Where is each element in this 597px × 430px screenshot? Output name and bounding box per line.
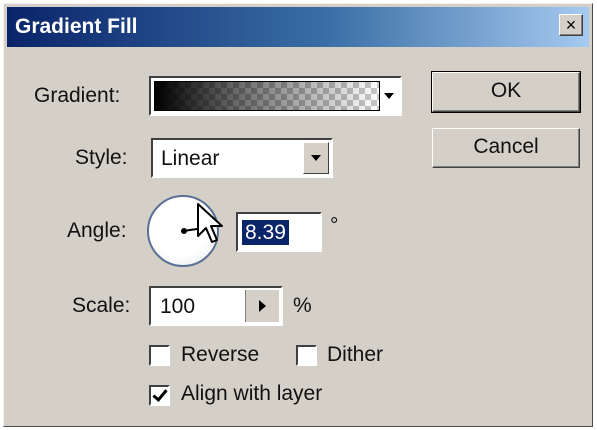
chevron-down-icon <box>311 155 321 161</box>
scale-slider-button[interactable] <box>245 290 279 322</box>
align-with-layer-checkbox[interactable] <box>149 385 170 406</box>
gradient-picker[interactable] <box>149 76 402 116</box>
triangle-right-icon <box>259 300 266 312</box>
angle-center-dot <box>181 228 187 234</box>
gradient-dropdown-button[interactable] <box>381 83 397 109</box>
chevron-down-icon <box>384 93 394 99</box>
style-value: Linear <box>161 147 220 170</box>
percent-unit: % <box>293 294 312 317</box>
gradient-preview[interactable] <box>154 81 380 111</box>
close-button[interactable]: × <box>559 14 583 36</box>
ok-button[interactable]: OK <box>431 71 581 113</box>
angle-label: Angle: <box>67 219 127 242</box>
angle-value: 8.39 <box>242 220 289 245</box>
scale-label: Scale: <box>72 294 131 317</box>
window-title: Gradient Fill <box>15 15 138 38</box>
style-select[interactable]: Linear <box>151 138 333 178</box>
dither-checkbox[interactable] <box>296 345 317 366</box>
reverse-label: Reverse <box>181 343 260 366</box>
dither-label: Dither <box>327 343 384 366</box>
title-bar[interactable]: Gradient Fill × <box>7 7 589 47</box>
gradient-label: Gradient: <box>34 84 121 107</box>
style-label: Style: <box>75 146 128 169</box>
style-dropdown-button[interactable] <box>303 142 329 174</box>
degree-unit: ° <box>330 214 339 237</box>
close-icon: × <box>565 15 577 35</box>
gradient-fill-dialog: Gradient Fill × Gradient: Style: Linear … <box>3 3 593 427</box>
angle-input[interactable]: 8.39 <box>236 212 322 252</box>
reverse-checkbox[interactable] <box>149 345 170 366</box>
arrow-cursor-icon <box>197 203 223 243</box>
cancel-button[interactable]: Cancel <box>432 128 580 168</box>
align-with-layer-label: Align with layer <box>181 382 323 405</box>
scale-input[interactable]: 100 <box>149 286 283 326</box>
scale-value: 100 <box>160 295 196 318</box>
